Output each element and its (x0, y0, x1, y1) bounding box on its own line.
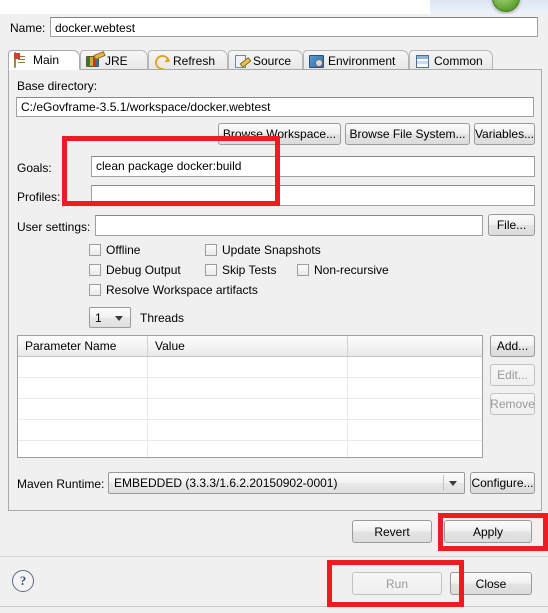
checkbox-non-recursive-box[interactable] (297, 264, 309, 276)
column-header-value: Value (148, 336, 348, 356)
goals-label: Goals: (17, 161, 52, 175)
table-row[interactable] (18, 357, 482, 378)
table-row[interactable] (18, 420, 482, 441)
checkbox-debug-output-label: Debug Output (106, 263, 181, 277)
edit-parameter-button: Edit... (490, 364, 535, 386)
bottom-divider (0, 606, 548, 607)
base-directory-input[interactable]: C:/eGovframe-3.5.1/workspace/docker.webt… (16, 97, 534, 117)
checkbox-offline-box[interactable] (89, 244, 101, 256)
variables-button[interactable]: Variables... (474, 123, 535, 145)
tab-refresh-label: Refresh (173, 53, 216, 68)
maven-runtime-label: Maven Runtime: (17, 477, 105, 491)
checkbox-resolve-workspace-artifacts-box[interactable] (89, 284, 101, 296)
checkbox-debug-output[interactable]: Debug Output (89, 263, 181, 277)
column-header-parameter-name: Parameter Name (18, 336, 148, 356)
tab-source[interactable]: Source (228, 50, 303, 70)
browse-file-system-button[interactable]: Browse File System... (345, 123, 470, 145)
profiles-input[interactable] (91, 185, 535, 206)
checkbox-offline-label: Offline (106, 243, 141, 257)
threads-value: 1 (95, 310, 102, 325)
books-icon (86, 54, 101, 68)
profiles-label: Profiles: (17, 190, 61, 204)
maven-runtime-value: EMBEDDED (3.3.3/1.6.2.20150902-0001) (114, 476, 338, 490)
checkbox-offline[interactable]: Offline (89, 243, 140, 257)
name-row: Name: docker.webtest (0, 16, 548, 42)
checkbox-update-snapshots[interactable]: Update Snapshots (205, 243, 321, 257)
environment-icon (309, 54, 324, 68)
checkbox-resolve-workspace-artifacts-label: Resolve Workspace artifacts (106, 283, 258, 297)
remove-parameter-button: Remove (490, 393, 535, 415)
refresh-icon (152, 51, 173, 73)
common-icon (415, 54, 430, 68)
checkbox-non-recursive[interactable]: Non-recursive (297, 263, 389, 277)
checkbox-skip-tests-box[interactable] (205, 264, 217, 276)
maven-runtime-combo[interactable]: EMBEDDED (3.3.3/1.6.2.20150902-0001) (108, 472, 465, 494)
tab-main-label: Main (33, 53, 60, 67)
table-row[interactable] (18, 441, 482, 457)
apply-button[interactable]: Apply (444, 520, 532, 543)
column-header-extra (348, 336, 482, 356)
tab-bar: Main JRE Refresh Source Environment Comm… (8, 50, 542, 73)
main-tab-panel: Base directory: C:/eGovframe-3.5.1/works… (8, 69, 542, 511)
run-green-icon (492, 0, 520, 12)
checkbox-resolve-workspace-artifacts[interactable]: Resolve Workspace artifacts (89, 283, 258, 297)
table-row[interactable] (18, 399, 482, 420)
checkbox-update-snapshots-box[interactable] (205, 244, 217, 256)
run-configuration-dialog: Name: docker.webtest Main JRE Refresh So… (0, 0, 548, 613)
toolbar-background (430, 0, 548, 14)
checkbox-non-recursive-label: Non-recursive (314, 263, 389, 277)
source-icon (234, 54, 249, 68)
add-parameter-button[interactable]: Add... (490, 335, 535, 357)
chevron-down-icon (449, 481, 457, 486)
checkbox-debug-output-box[interactable] (89, 264, 101, 276)
user-settings-input[interactable] (95, 215, 483, 236)
base-directory-label: Base directory: (17, 79, 98, 93)
checkbox-skip-tests-label: Skip Tests (222, 263, 277, 277)
tab-environment[interactable]: Environment (303, 50, 409, 70)
parameters-table[interactable]: Parameter Name Value (17, 335, 483, 458)
tab-environment-label: Environment (328, 53, 396, 68)
checkbox-skip-tests[interactable]: Skip Tests (205, 263, 276, 277)
chevron-down-icon (115, 315, 123, 321)
tab-main[interactable]: Main (8, 50, 80, 70)
close-button[interactable]: Close (450, 572, 532, 595)
threads-combo[interactable]: 1 (89, 307, 131, 328)
tab-source-label: Source (253, 53, 292, 68)
tab-refresh[interactable]: Refresh (148, 50, 228, 73)
threads-label: Threads (140, 311, 185, 325)
name-input[interactable]: docker.webtest (50, 17, 538, 37)
file-button[interactable]: File... (488, 214, 535, 236)
configure-button[interactable]: Configure... (470, 472, 535, 494)
combo-separator (443, 475, 444, 491)
clipboard-icon (14, 52, 29, 68)
revert-button[interactable]: Revert (352, 520, 432, 543)
footer-divider (0, 556, 548, 557)
browse-workspace-button[interactable]: Browse Workspace... (218, 123, 341, 145)
name-label: Name: (10, 21, 46, 35)
table-header-row: Parameter Name Value (18, 336, 482, 357)
tab-jre[interactable]: JRE (80, 50, 148, 70)
run-button: Run (352, 572, 442, 595)
tab-common[interactable]: Common (409, 50, 493, 70)
user-settings-label: User settings: (17, 220, 91, 234)
checkbox-update-snapshots-label: Update Snapshots (222, 243, 321, 257)
tab-jre-label: JRE (105, 53, 128, 68)
tab-common-label: Common (434, 53, 483, 68)
help-icon[interactable]: ? (12, 570, 34, 592)
dialog-top-strip (0, 0, 548, 14)
goals-input[interactable]: clean package docker:build (91, 156, 535, 177)
table-row[interactable] (18, 378, 482, 399)
